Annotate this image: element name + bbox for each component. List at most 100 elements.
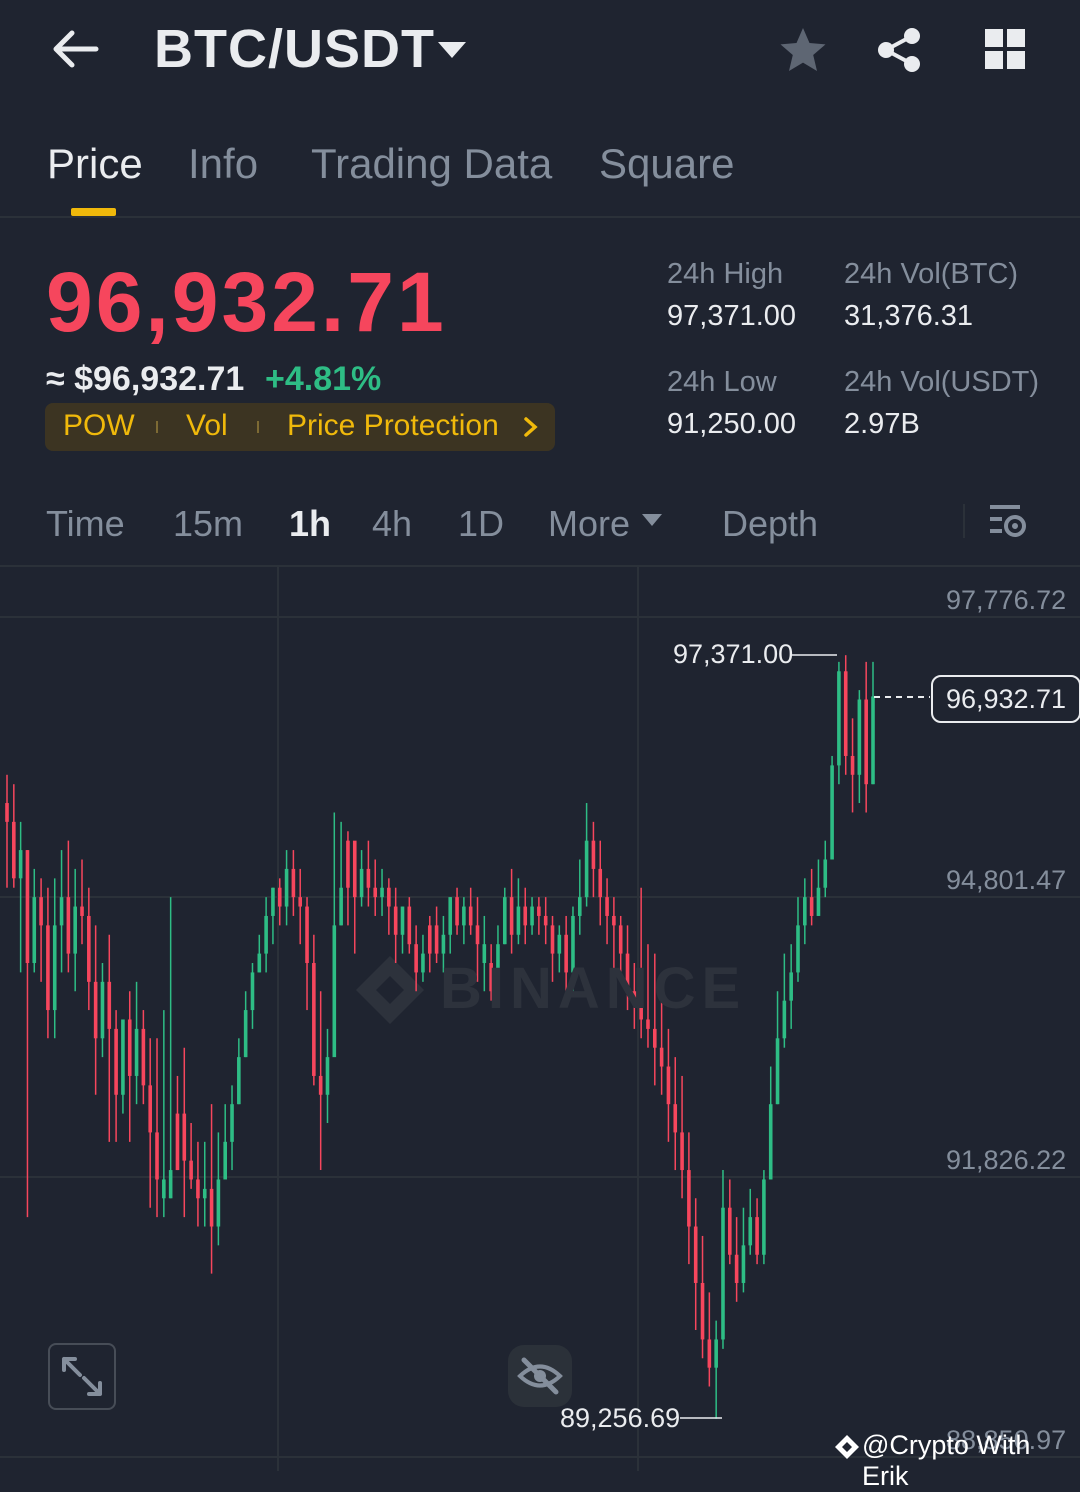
candle-body <box>284 868 289 907</box>
pair-title[interactable]: BTC/USDT <box>154 18 435 80</box>
low-marker-label: 89,256.69 <box>560 1403 681 1433</box>
candle-body <box>462 906 466 926</box>
tf-4h[interactable]: 4h <box>372 503 412 545</box>
candle-body <box>366 868 371 888</box>
candle-body <box>673 1104 678 1133</box>
tabs-divider <box>0 216 1080 218</box>
more-dropdown-icon[interactable] <box>642 514 662 526</box>
tf-1h[interactable]: 1h <box>289 503 331 545</box>
candle-body <box>721 1207 725 1340</box>
tab-square[interactable]: Square <box>599 140 734 188</box>
candle-body <box>523 906 528 926</box>
tag-separator <box>156 421 158 433</box>
back-arrow-icon <box>53 30 99 68</box>
candle-body <box>584 840 589 898</box>
candle-body <box>216 1179 221 1227</box>
candle-body <box>427 925 432 954</box>
candle-body <box>312 963 316 1076</box>
axis-label-2: 94,801.47 <box>946 865 1067 895</box>
candle-body <box>25 850 30 964</box>
tf-depth[interactable]: Depth <box>722 503 818 545</box>
back-button[interactable] <box>50 26 100 72</box>
candle-body <box>434 925 439 954</box>
candle-body <box>550 925 555 954</box>
candle-body <box>796 925 800 973</box>
low-value: 91,250.00 <box>667 408 797 440</box>
tag-pow[interactable]: POW <box>63 409 135 443</box>
candle-body <box>223 1141 228 1180</box>
low-label: 24h Low <box>667 366 777 398</box>
pair-dropdown-icon[interactable] <box>438 42 466 58</box>
tab-price[interactable]: Price <box>47 140 143 188</box>
tab-trading-data[interactable]: Trading Data <box>311 140 552 188</box>
favorite-button[interactable] <box>778 26 828 74</box>
hide-indicators-button[interactable] <box>508 1345 572 1407</box>
candle-body <box>502 897 507 945</box>
axis-label-top: 97,776.72 <box>946 585 1067 615</box>
candle-body <box>666 1066 671 1105</box>
tag-price-protection[interactable]: Price Protection <box>287 409 499 443</box>
active-tab-indicator <box>71 208 116 216</box>
candle-body <box>332 925 337 1058</box>
candle-body <box>557 934 562 954</box>
candle-body <box>237 1057 241 1105</box>
tf-more[interactable]: More <box>548 503 630 545</box>
candle-body <box>755 1217 759 1255</box>
candle-body <box>93 981 98 1039</box>
eye-off-icon <box>517 1357 563 1395</box>
candle-body <box>141 1028 146 1086</box>
share-button[interactable] <box>876 27 922 73</box>
price-change: +4.81% <box>265 360 382 398</box>
chevron-right-icon[interactable] <box>522 416 540 443</box>
candle-body <box>816 887 821 916</box>
share-icon <box>878 28 920 72</box>
candle-body <box>114 1028 118 1095</box>
tag-separator <box>257 421 259 433</box>
candle-body <box>52 925 57 1011</box>
candle-body <box>734 1254 739 1283</box>
candle-body <box>80 906 84 916</box>
candle-body <box>680 1132 684 1171</box>
candle-body <box>693 1226 698 1283</box>
candle-body <box>202 1188 207 1199</box>
tf-separator <box>963 504 965 538</box>
candle-body <box>298 897 303 907</box>
tag-vol[interactable]: Vol <box>186 409 228 443</box>
credit-logo-icon <box>834 1434 860 1465</box>
candle-body <box>871 696 875 785</box>
candle-body <box>809 897 814 916</box>
grid-icon <box>985 29 1025 69</box>
candle-body <box>768 1104 773 1180</box>
tf-1d[interactable]: 1D <box>458 503 504 545</box>
current-price-tag[interactable]: 96,932.71 <box>931 675 1080 723</box>
candle-body <box>18 850 23 879</box>
vol-usdt-label: 24h Vol(USDT) <box>844 366 1040 398</box>
candle-body <box>598 868 603 898</box>
tf-15m[interactable]: 15m <box>173 503 243 545</box>
candle-body <box>243 1010 248 1058</box>
candle-body <box>134 1028 139 1076</box>
chart-settings-icon <box>990 505 1026 537</box>
candle-body <box>857 699 862 775</box>
candle-body <box>5 803 9 822</box>
expand-icon <box>62 1357 102 1396</box>
candle-body <box>605 897 609 916</box>
candle-body <box>421 953 425 973</box>
candle-body <box>46 925 50 1011</box>
tf-time[interactable]: Time <box>46 503 125 545</box>
fullscreen-button[interactable] <box>48 1343 116 1410</box>
candle-body <box>100 981 105 1039</box>
chart-settings-button[interactable] <box>988 502 1028 540</box>
tab-info[interactable]: Info <box>188 140 258 188</box>
candle-body <box>352 840 357 898</box>
candle-body <box>714 1339 718 1368</box>
layout-button[interactable] <box>984 28 1026 70</box>
candle-body <box>652 1028 657 1048</box>
candle-body <box>516 906 521 935</box>
candle-body <box>762 1179 766 1255</box>
star-icon <box>780 28 826 71</box>
candle-body <box>277 887 282 907</box>
candle-body <box>359 868 364 898</box>
candle-body <box>380 887 384 898</box>
candle-body <box>741 1245 746 1283</box>
